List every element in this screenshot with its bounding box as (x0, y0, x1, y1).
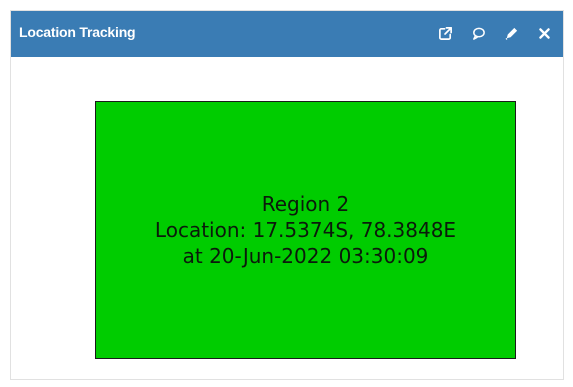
widget-title: Location Tracking (19, 24, 136, 40)
region-info: Region 2 Location: 17.5374S, 78.3848E at… (155, 191, 456, 269)
widget-header: Location Tracking (11, 11, 563, 57)
comment-icon[interactable] (470, 25, 487, 42)
widget-body: Region 2 Location: 17.5374S, 78.3848E at… (11, 57, 563, 379)
close-icon[interactable] (536, 25, 553, 42)
region-timestamp: at 20-Jun-2022 03:30:09 (182, 244, 429, 268)
external-link-icon[interactable] (437, 25, 454, 42)
pencil-icon[interactable] (503, 25, 520, 42)
location-tracking-widget: Location Tracking Region 2 Location: 17.… (10, 10, 564, 380)
widget-actions (437, 21, 553, 45)
region-name: Region 2 (261, 192, 350, 216)
region-location: Location: 17.5374S, 78.3848E (154, 218, 457, 242)
region-status-box: Region 2 Location: 17.5374S, 78.3848E at… (95, 101, 516, 359)
